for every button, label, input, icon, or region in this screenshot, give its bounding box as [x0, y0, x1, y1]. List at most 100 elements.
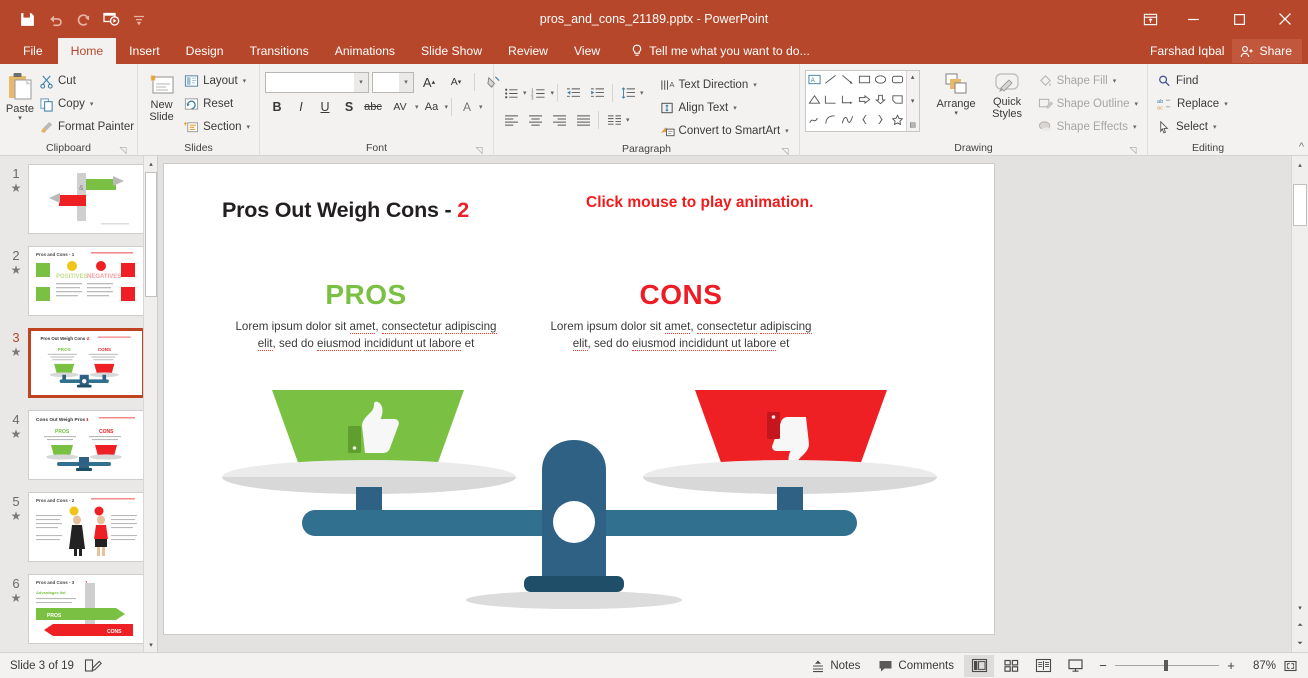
font-dialog-launcher[interactable]: ◹ — [474, 145, 484, 155]
font-color-caret-icon[interactable]: ▾ — [479, 103, 483, 111]
zoom-percentage[interactable]: 87% — [1244, 660, 1276, 672]
animation-star-icon[interactable]: ★ — [11, 427, 22, 441]
change-case-caret-icon[interactable]: ▾ — [445, 103, 449, 111]
new-slide-button[interactable]: New Slide — [143, 67, 180, 123]
animation-star-icon[interactable]: ★ — [11, 263, 22, 277]
increase-font-size-button[interactable]: A ▴ — [417, 71, 441, 93]
font-size-input[interactable]: ▾ — [372, 71, 414, 93]
convert-smartart-caret-icon[interactable]: ▾ — [785, 127, 789, 135]
tab-insert[interactable]: Insert — [116, 38, 172, 64]
comments-button[interactable]: Comments — [870, 655, 962, 677]
layout-button[interactable]: Layout ▾ — [180, 70, 254, 92]
save-icon[interactable] — [14, 6, 40, 32]
tab-slide-show[interactable]: Slide Show — [408, 38, 495, 64]
text-shadow-button[interactable]: S — [337, 96, 361, 118]
shape-rectangle-icon[interactable] — [858, 74, 871, 88]
slide-sorter-view-button[interactable] — [996, 655, 1026, 677]
redo-icon[interactable] — [70, 6, 96, 32]
justify-button[interactable] — [571, 109, 595, 131]
normal-view-button[interactable] — [964, 654, 994, 677]
ribbon-display-options-icon[interactable] — [1130, 0, 1170, 38]
animation-star-icon[interactable]: ★ — [11, 509, 22, 523]
decrease-indent-button[interactable] — [561, 82, 585, 104]
animation-star-icon[interactable]: ★ — [11, 181, 22, 195]
previous-slide-icon[interactable]: ⏶ — [1292, 617, 1308, 634]
font-name-input[interactable]: ▾ — [265, 71, 369, 93]
align-right-button[interactable] — [547, 109, 571, 131]
scroll-thumb[interactable] — [1293, 184, 1307, 226]
underline-button[interactable]: U — [313, 96, 337, 118]
shape-elbow-arrow-icon[interactable] — [841, 94, 854, 108]
shape-textbox-icon[interactable]: A — [808, 74, 821, 88]
page-title[interactable]: Pros Out Weigh Cons - 2 — [222, 198, 469, 223]
shape-right-arrow-icon[interactable] — [858, 94, 871, 108]
columns-button[interactable] — [602, 109, 626, 131]
next-slide-icon[interactable]: ⏷ — [1292, 635, 1308, 652]
tab-file[interactable]: File — [8, 38, 58, 64]
slide-thumbnail[interactable]: CONS PROS & — [28, 164, 145, 234]
replace-caret-icon[interactable]: ▾ — [1224, 100, 1228, 108]
layout-caret-icon[interactable]: ▾ — [243, 77, 247, 85]
shape-effects-caret-icon[interactable]: ▾ — [1133, 123, 1137, 131]
slide-thumbnail[interactable]: Pros and Cons - 3 1 Advantages list PROS… — [28, 574, 145, 644]
slide-thumbnail[interactable]: Pros and Cons - 1 POSITIVES NEGATIVES — [28, 246, 145, 316]
shape-outline-button[interactable]: Shape Outline ▾ — [1034, 93, 1142, 115]
scroll-down-icon[interactable]: ▾ — [1292, 599, 1308, 616]
shape-triangle-icon[interactable] — [808, 94, 821, 108]
find-button[interactable]: Find — [1153, 70, 1232, 92]
thumbnail-scroll-up-icon[interactable]: ▴ — [144, 156, 157, 171]
shape-outline-caret-icon[interactable]: ▾ — [1134, 100, 1138, 108]
pros-body-text[interactable]: Lorem ipsum dolor sit amet, consectetur … — [226, 319, 506, 352]
list-item[interactable]: 6 ★ Pros and Cons - 3 1 Advantages list — [0, 574, 157, 652]
copy-button[interactable]: Copy ▾ — [35, 93, 138, 115]
decrease-font-size-button[interactable]: A ▾ — [444, 71, 468, 93]
cons-body-text[interactable]: Lorem ipsum dolor sit amet, consectetur … — [541, 319, 821, 352]
tab-animations[interactable]: Animations — [322, 38, 408, 64]
columns-caret-icon[interactable]: ▾ — [626, 116, 630, 124]
zoom-slider[interactable]: − + — [1092, 658, 1242, 673]
slide-thumbnail[interactable]: Pros and Cons - 2 — [28, 492, 145, 562]
shape-elbow-connector-icon[interactable] — [824, 94, 837, 108]
gallery-more-icon[interactable]: ▤ — [909, 121, 916, 129]
tab-view[interactable]: View — [561, 38, 613, 64]
fit-slide-to-window-button[interactable] — [1278, 659, 1302, 673]
quick-styles-button[interactable]: Quick Styles — [985, 67, 1030, 120]
shape-fill-button[interactable]: Shape Fill ▾ — [1034, 70, 1142, 92]
start-presentation-icon[interactable] — [98, 6, 124, 32]
reset-button[interactable]: Reset — [180, 93, 254, 115]
paragraph-dialog-launcher[interactable]: ◹ — [780, 146, 790, 156]
shape-oval-icon[interactable] — [874, 74, 887, 88]
minimize-button[interactable] — [1170, 0, 1216, 38]
shape-down-arrow-icon[interactable] — [874, 94, 887, 108]
shape-line-icon[interactable] — [824, 74, 837, 88]
shape-arrow-icon[interactable] — [841, 74, 854, 88]
scroll-up-icon[interactable]: ▴ — [1292, 156, 1308, 173]
animation-star-icon[interactable]: ★ — [11, 345, 22, 359]
cut-button[interactable]: Cut — [35, 70, 138, 92]
language-proofing-icon[interactable] — [84, 658, 102, 673]
list-item[interactable]: 1 ★ CONS PROS & — [0, 164, 157, 246]
strikethrough-button[interactable]: abc — [361, 96, 385, 118]
tab-transitions[interactable]: Transitions — [237, 38, 322, 64]
tab-home[interactable]: Home — [57, 38, 117, 64]
gallery-scroll-down-icon[interactable]: ▾ — [911, 97, 915, 105]
shapes-gallery[interactable]: A ▴ ▾ ▤ — [805, 70, 920, 132]
slide-thumbnail[interactable]: Pros Out Weigh Cons - 2 PROS CONS — [28, 328, 145, 398]
align-text-button[interactable]: Align Text ▾ — [656, 97, 793, 119]
text-direction-caret-icon[interactable]: ▾ — [753, 81, 757, 89]
slide-editing-surface[interactable]: Pros Out Weigh Cons - 2 Click mouse to p… — [164, 164, 994, 634]
thumbnail-scroll-thumb[interactable] — [145, 172, 157, 297]
arrange-button[interactable]: Arrange ▾ — [932, 67, 981, 117]
shape-left-brace-icon[interactable] — [858, 114, 871, 128]
list-item[interactable]: 3 ★ Pros Out Weigh Cons - 2 PROS CONS — [0, 328, 157, 410]
arrange-caret-icon[interactable]: ▾ — [954, 109, 958, 117]
replace-button[interactable]: ab ac Replace ▾ — [1153, 93, 1232, 115]
slide-thumbnail[interactable]: Cons Out Weigh Pros - 1 PROS CONS — [28, 410, 145, 480]
share-button[interactable]: Share — [1232, 39, 1302, 63]
slide-counter[interactable]: Slide 3 of 19 — [10, 660, 74, 672]
paste-button[interactable]: Paste ▾ — [5, 67, 35, 122]
line-spacing-caret-icon[interactable]: ▾ — [640, 89, 644, 97]
shape-rounded-rect-icon[interactable] — [891, 74, 904, 88]
convert-to-smartart-button[interactable]: Convert to SmartArt ▾ — [656, 120, 793, 142]
copy-caret-icon[interactable]: ▾ — [90, 100, 94, 108]
